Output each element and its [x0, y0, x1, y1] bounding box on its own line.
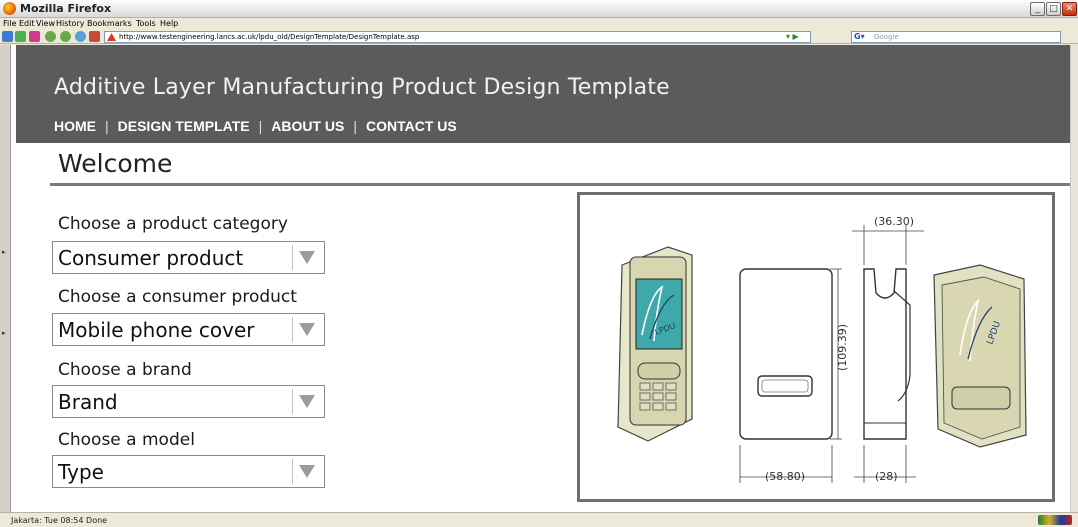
navigation-toolbar: http://www.testengineering.lancs.ac.uk/l…	[0, 30, 1078, 44]
title-bar: Mozilla Firefox _ □ ✕	[0, 0, 1078, 18]
consumer-product-select[interactable]: Mobile phone cover	[52, 313, 325, 346]
menu-file[interactable]: File	[3, 19, 16, 28]
dimension-width-front: (58.80)	[765, 470, 805, 483]
forward-icon[interactable]	[60, 31, 71, 42]
splitter-grip-icon: ▸	[2, 248, 6, 256]
menu-help[interactable]: Help	[160, 19, 178, 28]
top-navigation: HOME | DESIGN TEMPLATE | ABOUT US | CONTACT US	[54, 118, 457, 134]
menu-tools[interactable]: Tools	[136, 19, 156, 28]
dimension-width-side: (36.30)	[874, 215, 914, 228]
select-value: Brand	[58, 390, 118, 414]
splitter-grip-icon: ▸	[2, 329, 6, 337]
dropdown-arrow-icon[interactable]	[292, 389, 320, 414]
browser-window: Mozilla Firefox _ □ ✕ File Edit View His…	[0, 0, 1078, 527]
site-favicon-icon	[107, 33, 116, 41]
close-button[interactable]: ✕	[1062, 2, 1077, 16]
reload-icon[interactable]	[75, 31, 86, 42]
sidebar-splitter[interactable]: ▸ ▸	[0, 45, 11, 512]
brand-select[interactable]: Brand	[52, 385, 325, 418]
home-icon[interactable]	[89, 31, 100, 42]
maximize-button[interactable]: □	[1046, 2, 1061, 16]
select-value: Consumer product	[58, 246, 244, 270]
select-value: Mobile phone cover	[58, 318, 255, 342]
side-view	[863, 268, 911, 440]
isometric-view-right: LPDU	[933, 264, 1027, 448]
front-view	[739, 268, 833, 440]
status-text: Jakarta: Tue 08:54 Done	[11, 516, 108, 525]
menu-bar: File Edit View History Bookmarks Tools H…	[0, 18, 1078, 30]
site-header: Additive Layer Manufacturing Product Des…	[16, 45, 1070, 143]
nav-contact-us[interactable]: CONTACT US	[366, 118, 457, 134]
menu-view[interactable]: View	[36, 19, 55, 28]
page-viewport: ▸ ▸ Additive Layer Manufacturing Product…	[0, 45, 1078, 512]
product-category-label: Choose a product category	[58, 214, 288, 234]
vertical-scrollbar[interactable]	[1070, 45, 1078, 512]
product-drawing: LPDU LPDU (36.30) (109.39) (58.80) (28)	[577, 192, 1055, 502]
firefox-icon	[3, 2, 16, 15]
web-page: Additive Layer Manufacturing Product Des…	[16, 45, 1070, 512]
nav-separator: |	[105, 118, 109, 134]
menu-history[interactable]: History	[56, 19, 84, 28]
product-category-select[interactable]: Consumer product	[52, 241, 325, 274]
add-bookmark-icon[interactable]	[15, 31, 26, 42]
minimize-button[interactable]: _	[1030, 2, 1045, 16]
select-value: Type	[58, 460, 104, 484]
go-arrow-icon[interactable]: ▾ ▶	[786, 32, 799, 41]
dimension-height: (109.39)	[836, 324, 849, 371]
consumer-product-label: Choose a consumer product	[58, 287, 297, 307]
site-title: Additive Layer Manufacturing Product Des…	[54, 75, 670, 100]
google-icon: G▾	[854, 32, 865, 41]
menu-bookmarks[interactable]: Bookmarks	[87, 19, 132, 28]
nav-about-us[interactable]: ABOUT US	[271, 118, 344, 134]
dropdown-arrow-icon[interactable]	[292, 317, 320, 342]
page-heading: Welcome	[58, 149, 173, 178]
search-placeholder: Google	[874, 33, 899, 41]
model-select[interactable]: Type	[52, 455, 325, 488]
search-input[interactable]: G▾ Google	[851, 31, 1061, 43]
isometric-view-left: LPDU	[617, 246, 693, 442]
dropdown-arrow-icon[interactable]	[292, 459, 320, 484]
dropdown-arrow-icon[interactable]	[292, 245, 320, 270]
new-tab-icon[interactable]	[2, 31, 13, 42]
addon-tray-icon[interactable]	[1038, 515, 1072, 525]
phone-cover-drawing: LPDU LPDU (36.30) (109.39) (58.80) (28)	[617, 215, 1027, 483]
address-bar[interactable]: http://www.testengineering.lancs.ac.uk/l…	[104, 31, 811, 43]
dimension-depth: (28)	[875, 470, 898, 483]
window-title: Mozilla Firefox	[20, 2, 112, 15]
status-bar: Jakarta: Tue 08:54 Done	[0, 512, 1078, 527]
brand-label: Choose a brand	[58, 360, 192, 380]
back-icon[interactable]	[45, 31, 56, 42]
grid-icon[interactable]	[29, 31, 40, 42]
url-text: http://www.testengineering.lancs.ac.uk/l…	[119, 33, 420, 41]
nav-separator: |	[258, 118, 263, 134]
menu-edit[interactable]: Edit	[19, 19, 35, 28]
nav-design-template[interactable]: DESIGN TEMPLATE	[118, 118, 250, 134]
heading-divider	[50, 183, 1070, 186]
nav-separator: |	[353, 118, 358, 134]
model-label: Choose a model	[58, 430, 195, 450]
nav-home[interactable]: HOME	[54, 118, 96, 134]
